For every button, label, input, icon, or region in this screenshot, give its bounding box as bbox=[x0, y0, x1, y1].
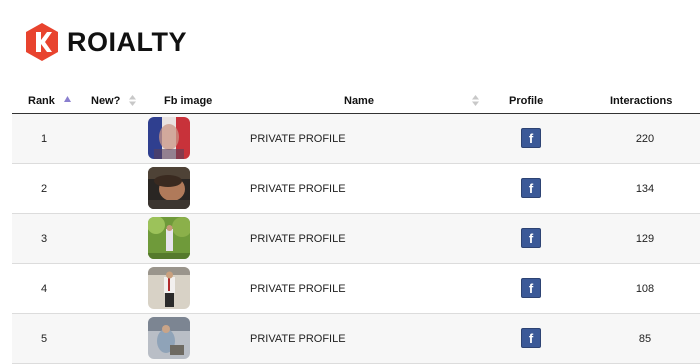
rank-cell: 4 bbox=[40, 282, 48, 295]
profile-photo-image bbox=[148, 267, 190, 309]
profile-photo-image bbox=[148, 317, 190, 359]
interactions-cell: 108 bbox=[635, 282, 655, 295]
brand-logo[interactable]: ROIALTY bbox=[24, 22, 187, 62]
profile-photo[interactable] bbox=[148, 217, 190, 259]
profile-photo-image bbox=[148, 217, 190, 259]
profile-photo[interactable] bbox=[148, 117, 190, 159]
column-header-interactions[interactable]: Interactions bbox=[610, 95, 672, 107]
interactions-cell: 85 bbox=[638, 332, 652, 345]
interactions-cell: 220 bbox=[635, 132, 655, 145]
sort-icon[interactable] bbox=[129, 95, 136, 106]
name-cell: PRIVATE PROFILE bbox=[250, 232, 346, 245]
sort-ascending-icon[interactable] bbox=[64, 96, 71, 102]
name-cell: PRIVATE PROFILE bbox=[250, 282, 346, 295]
column-header-profile[interactable]: Profile bbox=[509, 95, 543, 107]
profile-photo-image bbox=[148, 167, 190, 209]
roialty-logo-icon bbox=[26, 23, 58, 61]
facebook-icon[interactable]: f bbox=[521, 128, 541, 148]
name-cell: PRIVATE PROFILE bbox=[250, 132, 346, 145]
table-row[interactable]: 5 PRIVATE PROFILE f 85 bbox=[12, 314, 700, 364]
facebook-icon[interactable]: f bbox=[521, 328, 541, 348]
column-header-new[interactable]: New? bbox=[91, 95, 120, 107]
name-cell: PRIVATE PROFILE bbox=[250, 332, 346, 345]
table-row[interactable]: 1 PRIVATE PROFILE f 220 bbox=[12, 114, 700, 164]
rank-cell: 5 bbox=[40, 332, 48, 345]
column-header-fb-image[interactable]: Fb image bbox=[164, 95, 212, 107]
table-body: 1 PRIVATE PROFILE f 220 2 PRIVATE PROFIL… bbox=[12, 114, 700, 364]
profile-photo-image bbox=[148, 117, 190, 159]
table-header: Rank New? Fb image Name Profile Interact… bbox=[12, 88, 700, 114]
facebook-icon[interactable]: f bbox=[521, 178, 541, 198]
table-row[interactable]: 2 PRIVATE PROFILE f 134 bbox=[12, 164, 700, 214]
rank-cell: 3 bbox=[40, 232, 48, 245]
profile-photo[interactable] bbox=[148, 167, 190, 209]
leaderboard-table: Rank New? Fb image Name Profile Interact… bbox=[12, 88, 700, 364]
interactions-cell: 129 bbox=[635, 232, 655, 245]
rank-cell: 2 bbox=[40, 182, 48, 195]
facebook-icon[interactable]: f bbox=[521, 278, 541, 298]
brand-name: ROIALTY bbox=[67, 26, 187, 57]
name-cell: PRIVATE PROFILE bbox=[250, 182, 346, 195]
table-row[interactable]: 3 PRIVATE PROFILE f 129 bbox=[12, 214, 700, 264]
profile-photo[interactable] bbox=[148, 267, 190, 309]
table-row[interactable]: 4 PRIVATE PROFILE f 108 bbox=[12, 264, 700, 314]
column-header-name[interactable]: Name bbox=[344, 95, 374, 107]
interactions-cell: 134 bbox=[635, 182, 655, 195]
facebook-icon[interactable]: f bbox=[521, 228, 541, 248]
profile-photo[interactable] bbox=[148, 317, 190, 359]
sort-icon[interactable] bbox=[472, 95, 479, 106]
column-header-rank[interactable]: Rank bbox=[28, 95, 55, 107]
rank-cell: 1 bbox=[40, 132, 48, 145]
